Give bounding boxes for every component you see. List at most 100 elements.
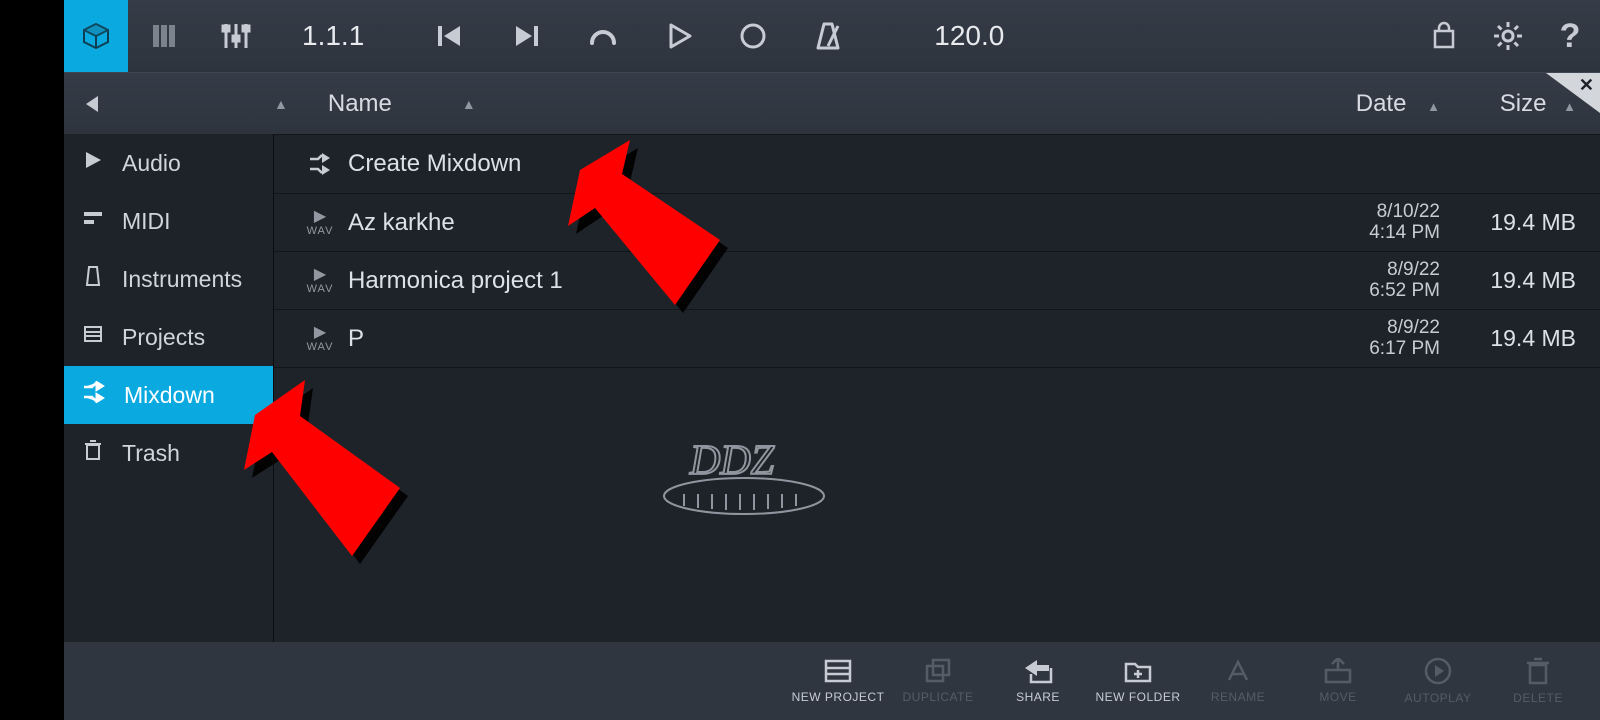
loop-button[interactable] [586, 0, 620, 72]
newfolder-icon [1123, 658, 1153, 684]
create-mixdown-label: Create Mixdown [348, 150, 1299, 178]
share-button[interactable]: SHARE [988, 642, 1088, 720]
sidebar-item-label: Instruments [122, 266, 242, 293]
gear-icon [1492, 20, 1524, 52]
delete-button: DELETE [1488, 642, 1588, 720]
autoplay-button: AUTOPLAY [1388, 642, 1488, 720]
sliders-icon [218, 18, 254, 54]
column-header: ▲ Name ▲ Date ▲ Size ▲ ✕ [64, 72, 1600, 134]
button-label: NEW FOLDER [1095, 690, 1180, 704]
sidebar: Audio MIDI Instruments Projects Mixdown Trash [64, 134, 274, 642]
sidebar-item-projects[interactable]: Projects [64, 308, 273, 366]
sidebar-item-label: Trash [122, 440, 180, 467]
sidebar-item-midi[interactable]: MIDI [64, 192, 273, 250]
proj-icon [82, 323, 104, 351]
column-date-label: Date [1356, 90, 1407, 117]
rename-button: RENAME [1188, 642, 1288, 720]
file-date: 8/9/226:52 PM [1299, 260, 1464, 302]
rename-icon [1225, 658, 1251, 684]
move-button: MOVE [1288, 642, 1388, 720]
file-size: 19.4 MB [1464, 209, 1600, 236]
watermark: DDZ [654, 434, 834, 529]
button-label: NEW PROJECT [792, 690, 885, 704]
sidebar-item-instruments[interactable]: Instruments [64, 250, 273, 308]
piano-button[interactable] [128, 0, 200, 72]
new-folder-button[interactable]: NEW FOLDER [1088, 642, 1188, 720]
mixer-button[interactable] [200, 0, 272, 72]
forward-end-button[interactable] [510, 0, 542, 72]
column-name-label: Name [328, 90, 392, 118]
wav-file-icon: ▶WAV [292, 267, 348, 295]
sidebar-item-mixdown[interactable]: Mixdown [64, 366, 273, 424]
delete-icon [1525, 657, 1551, 685]
close-icon: ✕ [1579, 75, 1594, 96]
newproj-icon [823, 658, 853, 684]
share-icon [1023, 658, 1053, 684]
button-label: SHARE [1016, 690, 1060, 704]
skip-start-icon [434, 20, 466, 52]
duplicate-button: DUPLICATE [888, 642, 988, 720]
sidebar-item-label: Audio [122, 150, 181, 177]
button-label: DELETE [1513, 691, 1563, 705]
column-date[interactable]: Date ▲ [1299, 90, 1464, 118]
loop-icon [586, 19, 620, 53]
top-toolbar: 1.1.1 [64, 0, 1600, 72]
bottom-toolbar: NEW PROJECT DUPLICATE SHARE NEW FOLDER RENAM… [64, 642, 1600, 720]
rewind-start-button[interactable] [434, 0, 466, 72]
file-list: Create Mixdown ▶WAV Az karkhe 8/10/224:1… [274, 134, 1600, 642]
settings-button[interactable] [1476, 0, 1540, 72]
file-date: 8/10/224:14 PM [1299, 202, 1464, 244]
metronome-icon [812, 20, 844, 52]
midi-icon [82, 207, 104, 235]
new-project-button[interactable]: NEW PROJECT [788, 642, 888, 720]
file-size: 19.4 MB [1464, 325, 1600, 352]
button-label: RENAME [1211, 690, 1265, 704]
move-icon [1323, 658, 1353, 684]
tempo-display[interactable]: 120.0 [904, 20, 1034, 52]
button-label: MOVE [1319, 690, 1356, 704]
mix-icon [82, 381, 106, 409]
close-panel-button[interactable]: ✕ [1536, 73, 1600, 113]
file-date: 8/9/226:17 PM [1299, 318, 1464, 360]
sidebar-item-label: Projects [122, 324, 205, 351]
button-label: DUPLICATE [903, 690, 974, 704]
play-icon [664, 21, 694, 51]
play-icon [82, 149, 104, 177]
record-icon [738, 21, 768, 51]
back-button[interactable] [82, 93, 104, 115]
trash-icon [82, 439, 104, 467]
play-button[interactable] [664, 0, 694, 72]
file-row[interactable]: ▶WAV P 8/9/226:17 PM 19.4 MB [274, 310, 1600, 368]
skip-end-icon [510, 20, 542, 52]
metronome-button[interactable] [812, 0, 844, 72]
instr-icon [82, 265, 104, 293]
svg-text:DDZ: DDZ [689, 438, 775, 484]
mixdown-icon [292, 153, 348, 175]
piano-icon [149, 21, 179, 51]
sidebar-item-audio[interactable]: Audio [64, 134, 273, 192]
sidebar-item-label: Mixdown [124, 382, 215, 409]
shop-icon [1429, 21, 1459, 51]
file-size: 19.4 MB [1464, 267, 1600, 294]
help-icon: ? [1560, 17, 1581, 56]
file-name: Harmonica project 1 [348, 267, 1299, 295]
wav-file-icon: ▶WAV [292, 325, 348, 353]
autoplay-icon [1424, 657, 1452, 685]
dup-icon [924, 658, 952, 684]
cube-icon [81, 21, 111, 51]
transport-position[interactable]: 1.1.1 [272, 20, 394, 52]
file-name: Az karkhe [348, 209, 1299, 237]
button-label: AUTOPLAY [1405, 691, 1472, 705]
help-button[interactable]: ? [1540, 0, 1600, 72]
sidebar-item-label: MIDI [122, 208, 171, 235]
record-button[interactable] [738, 0, 768, 72]
file-row[interactable]: ▶WAV Harmonica project 1 8/9/226:52 PM 1… [274, 252, 1600, 310]
file-name: P [348, 325, 1299, 353]
shop-button[interactable] [1412, 0, 1476, 72]
column-name[interactable]: ▲ Name ▲ [274, 90, 1299, 118]
wav-file-icon: ▶WAV [292, 209, 348, 237]
home-button[interactable] [64, 0, 128, 72]
file-row[interactable]: ▶WAV Az karkhe 8/10/224:14 PM 19.4 MB [274, 194, 1600, 252]
sidebar-item-trash[interactable]: Trash [64, 424, 273, 482]
create-mixdown-row[interactable]: Create Mixdown [274, 134, 1600, 194]
